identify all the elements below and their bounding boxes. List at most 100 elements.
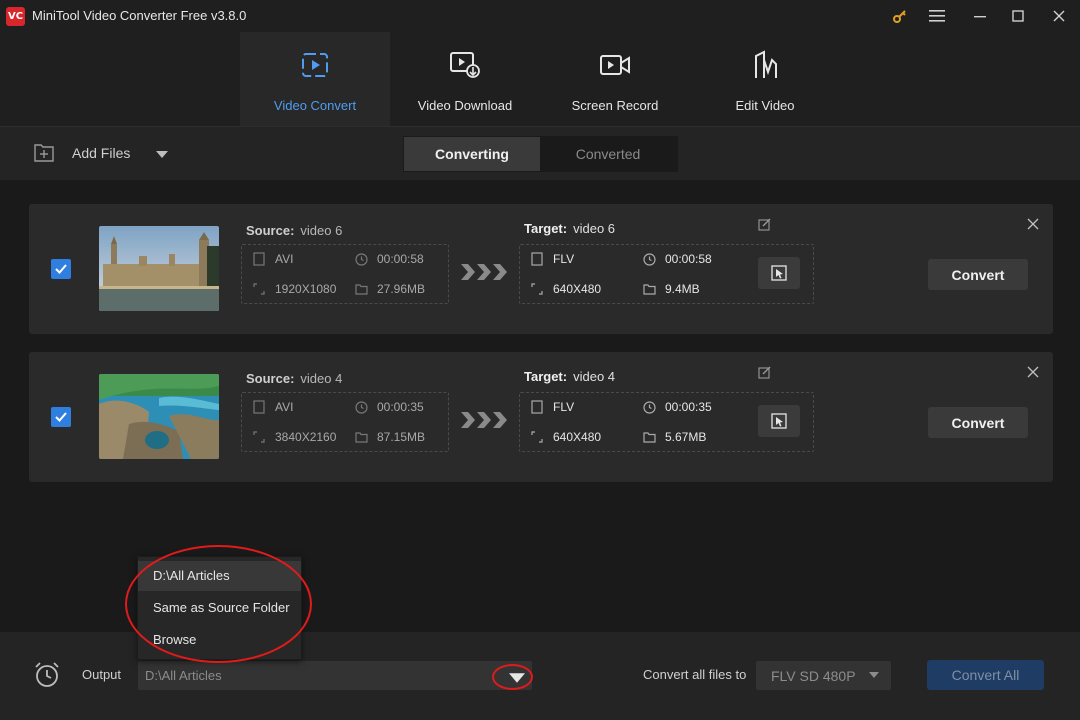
convert-all-label: Convert all files to <box>643 667 747 682</box>
tab-screen-record[interactable]: Screen Record <box>540 32 690 126</box>
main-nav: Video Convert Video Download Screen Reco… <box>0 32 1080 126</box>
menu-item-same-as-source[interactable]: Same as Source Folder <box>138 593 301 623</box>
source-info-box: AVI 00:00:35 3840X2160 87.15MB <box>241 392 449 452</box>
item-checkbox[interactable] <box>51 407 71 427</box>
edit-target-icon[interactable] <box>758 366 772 380</box>
remove-item-icon[interactable] <box>1027 217 1041 231</box>
source-label: Source: video 4 <box>246 371 343 386</box>
resize-icon <box>530 430 544 444</box>
source-duration: 00:00:58 <box>354 252 424 266</box>
minimize-icon[interactable] <box>968 4 992 28</box>
output-path-value: D:\All Articles <box>145 668 222 683</box>
add-file-icon <box>34 144 54 162</box>
edit-target-icon[interactable] <box>758 218 772 232</box>
video-thumbnail <box>99 226 219 311</box>
output-format-select[interactable]: FLV SD 480P <box>756 661 891 690</box>
target-size: 5.67MB <box>642 430 706 444</box>
status-segmented-control: Converting Converted <box>403 136 678 172</box>
folder-icon <box>642 430 656 444</box>
check-icon <box>55 412 67 422</box>
tab-video-convert[interactable]: Video Convert <box>240 32 390 126</box>
toolbar: Add Files Converting Converted <box>0 126 1080 180</box>
tab-converting[interactable]: Converting <box>404 137 540 171</box>
convert-button[interactable]: Convert <box>928 259 1028 290</box>
app-logo: VC <box>6 7 25 26</box>
maximize-icon[interactable] <box>1006 4 1030 28</box>
edit-video-icon <box>749 49 781 81</box>
file-icon <box>252 252 266 266</box>
resize-icon <box>530 282 544 296</box>
file-icon <box>252 400 266 414</box>
menu-item-current-path[interactable]: D:\All Articles <box>138 561 301 591</box>
folder-icon <box>354 430 368 444</box>
tab-label: Edit Video <box>735 98 795 113</box>
target-format: FLV <box>530 252 574 266</box>
tab-label: Screen Record <box>571 98 659 113</box>
schedule-alarm-icon[interactable] <box>33 661 61 689</box>
folder-icon <box>642 282 656 296</box>
check-icon <box>55 264 67 274</box>
menu-item-browse[interactable]: Browse <box>138 625 301 655</box>
tab-converted[interactable]: Converted <box>540 137 676 171</box>
close-icon[interactable] <box>1047 4 1071 28</box>
target-label: Target: video 4 <box>524 369 616 384</box>
target-duration: 00:00:58 <box>642 252 712 266</box>
tab-label: Video Download <box>417 98 513 113</box>
file-icon <box>530 400 544 414</box>
source-size: 87.15MB <box>354 430 425 444</box>
target-settings-button[interactable] <box>758 405 800 437</box>
tab-edit-video[interactable]: Edit Video <box>690 32 840 126</box>
source-info-box: AVI 00:00:58 1920X1080 27.96MB <box>241 244 449 304</box>
resize-icon <box>252 430 266 444</box>
add-files-dropdown[interactable] <box>152 146 172 162</box>
target-resolution: 640X480 <box>530 282 601 296</box>
tab-video-download[interactable]: Video Download <box>390 32 540 126</box>
output-format-value: FLV SD 480P <box>771 668 856 684</box>
target-settings-icon <box>771 265 787 281</box>
source-resolution: 3840X2160 <box>252 430 336 444</box>
output-label: Output <box>82 667 122 682</box>
output-path-menu: D:\All Articles Same as Source Folder Br… <box>137 556 302 660</box>
resize-icon <box>252 282 266 296</box>
video-thumbnail <box>99 374 219 459</box>
target-duration: 00:00:35 <box>642 400 712 414</box>
screen-record-icon <box>599 49 631 81</box>
source-format: AVI <box>252 400 293 414</box>
source-duration: 00:00:35 <box>354 400 424 414</box>
convert-arrows-icon <box>461 412 507 428</box>
add-files-button[interactable]: Add Files <box>32 141 130 165</box>
title-bar: VC MiniTool Video Converter Free v3.8.0 <box>0 0 1080 32</box>
clock-icon <box>642 400 656 414</box>
file-icon <box>530 252 544 266</box>
clock-icon <box>354 400 368 414</box>
key-icon[interactable] <box>888 4 912 28</box>
convert-all-button[interactable]: Convert All <box>927 660 1044 690</box>
video-download-icon <box>449 49 481 81</box>
conversion-item: Source: video 4 AVI 00:00:35 3840X2160 87… <box>29 352 1053 482</box>
source-format: AVI <box>252 252 293 266</box>
folder-icon <box>354 282 368 296</box>
remove-item-icon[interactable] <box>1027 365 1041 379</box>
target-label: Target: video 6 <box>524 221 616 236</box>
target-settings-button[interactable] <box>758 257 800 289</box>
target-size: 9.4MB <box>642 282 700 296</box>
output-path-select[interactable]: D:\All Articles <box>138 661 532 690</box>
source-resolution: 1920X1080 <box>252 282 336 296</box>
convert-button[interactable]: Convert <box>928 407 1028 438</box>
source-label: Source: video 6 <box>246 223 343 238</box>
clock-icon <box>354 252 368 266</box>
convert-arrows-icon <box>461 264 507 280</box>
caret-down-icon <box>156 150 168 158</box>
menu-icon[interactable] <box>925 4 949 28</box>
caret-down-icon <box>869 672 879 678</box>
item-checkbox[interactable] <box>51 259 71 279</box>
add-files-label: Add Files <box>72 145 131 161</box>
window-title: MiniTool Video Converter Free v3.8.0 <box>32 8 247 23</box>
source-size: 27.96MB <box>354 282 425 296</box>
tab-label: Video Convert <box>273 98 357 113</box>
caret-down-icon[interactable] <box>509 673 525 683</box>
video-convert-icon <box>299 49 331 81</box>
target-resolution: 640X480 <box>530 430 601 444</box>
conversion-item: Source: video 6 AVI 00:00:58 1920X1080 27… <box>29 204 1053 334</box>
target-format: FLV <box>530 400 574 414</box>
